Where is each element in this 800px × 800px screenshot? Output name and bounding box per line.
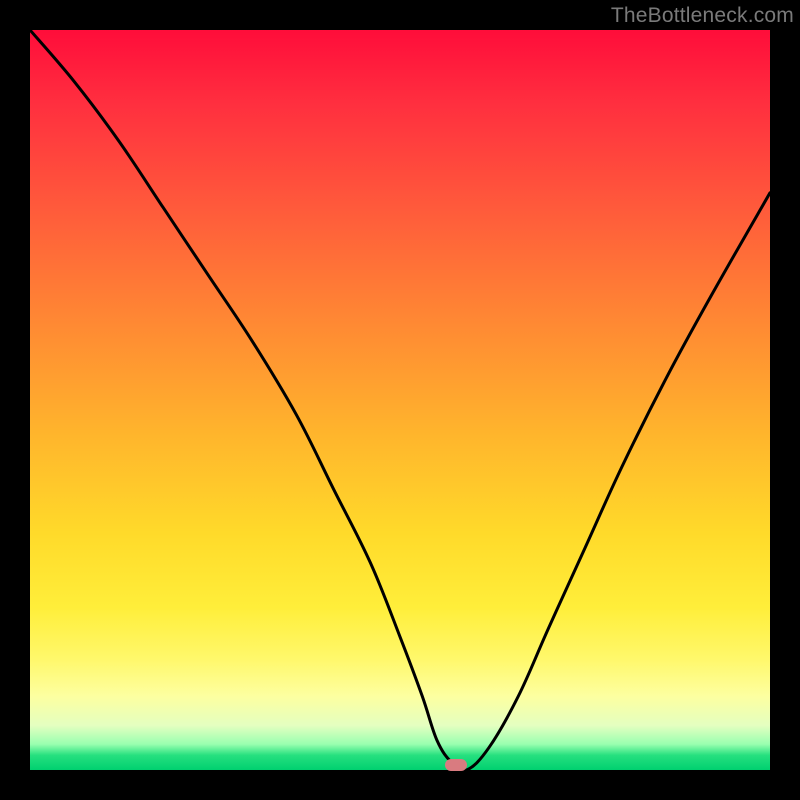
optimum-marker: [445, 759, 467, 771]
chart-frame: TheBottleneck.com: [0, 0, 800, 800]
watermark-text: TheBottleneck.com: [611, 4, 794, 28]
chart-gradient-area: [30, 30, 770, 770]
